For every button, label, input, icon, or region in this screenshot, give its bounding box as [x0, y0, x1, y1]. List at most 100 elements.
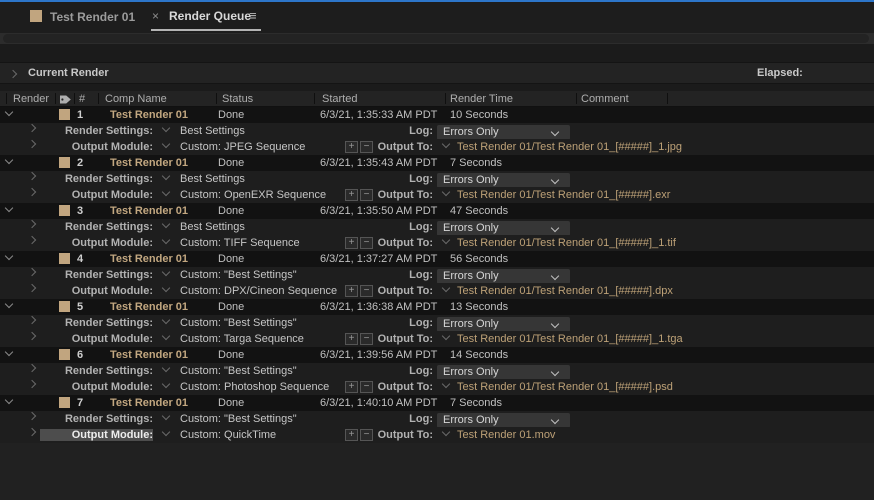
add-output-module-button[interactable]: + — [345, 237, 358, 249]
col-render[interactable]: Render — [13, 93, 49, 105]
output-path-link[interactable]: Test Render 01/Test Render 01_[#####]_1.… — [457, 333, 683, 345]
chevron-right-icon[interactable] — [27, 331, 37, 341]
tab-render-queue[interactable]: Render Queue — [169, 9, 251, 23]
chevron-down-icon[interactable] — [161, 379, 171, 389]
output-module-value[interactable]: Custom: JPEG Sequence — [180, 141, 305, 153]
comp-name[interactable]: Test Render 01 — [110, 301, 188, 313]
chevron-down-icon[interactable] — [441, 379, 451, 389]
output-module-value[interactable]: Custom: DPX/Cineon Sequence — [180, 285, 337, 297]
comp-color-swatch[interactable] — [59, 301, 70, 312]
col-render-time[interactable]: Render Time — [450, 93, 513, 105]
remove-output-module-button[interactable]: − — [360, 285, 373, 297]
output-module-value[interactable]: Custom: QuickTime — [180, 429, 276, 441]
remove-output-module-button[interactable]: − — [360, 381, 373, 393]
render-settings-value[interactable]: Best Settings — [180, 221, 245, 233]
output-module-label[interactable]: Output Module: — [40, 429, 153, 441]
col-comment[interactable]: Comment — [581, 93, 629, 105]
output-module-label[interactable]: Output Module: — [40, 189, 153, 201]
chevron-down-icon[interactable] — [161, 411, 171, 421]
render-settings-value[interactable]: Custom: "Best Settings" — [180, 269, 297, 281]
comp-name[interactable]: Test Render 01 — [110, 205, 188, 217]
chevron-down-icon[interactable] — [4, 347, 14, 357]
chevron-down-icon[interactable] — [161, 235, 171, 245]
render-item-main-row[interactable]: 6 Test Render 01 Done 6/3/21, 1:39:56 AM… — [0, 347, 874, 363]
chevron-right-icon[interactable] — [27, 139, 37, 149]
col-comp-name[interactable]: Comp Name — [105, 93, 167, 105]
chevron-down-icon[interactable] — [441, 331, 451, 341]
chevron-down-icon[interactable] — [4, 251, 14, 261]
horizontal-scrollbar[interactable] — [0, 33, 874, 44]
chevron-down-icon[interactable] — [161, 139, 171, 149]
chevron-down-icon[interactable] — [161, 171, 171, 181]
chevron-down-icon[interactable] — [441, 427, 451, 437]
comp-name[interactable]: Test Render 01 — [110, 397, 188, 409]
panel-menu-icon[interactable]: ≡ — [249, 8, 257, 23]
render-item-main-row[interactable]: 4 Test Render 01 Done 6/3/21, 1:37:27 AM… — [0, 251, 874, 267]
render-settings-label[interactable]: Render Settings: — [40, 413, 153, 425]
horizontal-scrollbar-thumb[interactable] — [3, 34, 869, 43]
chevron-right-icon[interactable] — [27, 379, 37, 389]
chevron-right-icon[interactable] — [27, 411, 37, 421]
chevron-down-icon[interactable] — [161, 363, 171, 373]
log-dropdown[interactable]: Errors Only — [437, 125, 570, 140]
chevron-down-icon[interactable] — [161, 283, 171, 293]
comp-name[interactable]: Test Render 01 — [110, 157, 188, 169]
output-path-link[interactable]: Test Render 01/Test Render 01_[#####].ex… — [457, 189, 670, 201]
chevron-right-icon[interactable] — [27, 267, 37, 277]
render-settings-label[interactable]: Render Settings: — [40, 221, 153, 233]
render-item-main-row[interactable]: 1 Test Render 01 Done 6/3/21, 1:35:33 AM… — [0, 107, 874, 123]
comp-color-swatch[interactable] — [59, 109, 70, 120]
add-output-module-button[interactable]: + — [345, 141, 358, 153]
remove-output-module-button[interactable]: − — [360, 237, 373, 249]
chevron-down-icon[interactable] — [4, 203, 14, 213]
render-item-main-row[interactable]: 5 Test Render 01 Done 6/3/21, 1:36:38 AM… — [0, 299, 874, 315]
render-item-main-row[interactable]: 2 Test Render 01 Done 6/3/21, 1:35:43 AM… — [0, 155, 874, 171]
tag-icon[interactable] — [59, 94, 72, 105]
add-output-module-button[interactable]: + — [345, 429, 358, 441]
comp-name[interactable]: Test Render 01 — [110, 349, 188, 361]
add-output-module-button[interactable]: + — [345, 381, 358, 393]
tab-test-render-01[interactable]: Test Render 01 — [50, 10, 135, 24]
chevron-down-icon[interactable] — [161, 123, 171, 133]
comp-color-swatch[interactable] — [59, 397, 70, 408]
render-settings-value[interactable]: Custom: "Best Settings" — [180, 317, 297, 329]
chevron-right-icon[interactable] — [27, 187, 37, 197]
output-path-link[interactable]: Test Render 01/Test Render 01_[#####]_1.… — [457, 237, 676, 249]
output-module-label[interactable]: Output Module: — [40, 285, 153, 297]
close-icon[interactable]: × — [152, 9, 159, 23]
chevron-down-icon[interactable] — [441, 187, 451, 197]
output-module-label[interactable]: Output Module: — [40, 381, 153, 393]
chevron-down-icon[interactable] — [4, 155, 14, 165]
col-started[interactable]: Started — [322, 93, 357, 105]
chevron-right-icon[interactable] — [27, 315, 37, 325]
add-output-module-button[interactable]: + — [345, 285, 358, 297]
chevron-down-icon[interactable] — [441, 235, 451, 245]
chevron-down-icon[interactable] — [4, 395, 14, 405]
comp-color-swatch[interactable] — [59, 253, 70, 264]
chevron-right-icon[interactable] — [27, 363, 37, 373]
chevron-down-icon[interactable] — [161, 219, 171, 229]
remove-output-module-button[interactable]: − — [360, 333, 373, 345]
output-module-label[interactable]: Output Module: — [40, 333, 153, 345]
render-settings-label[interactable]: Render Settings: — [40, 173, 153, 185]
chevron-right-icon[interactable] — [27, 219, 37, 229]
comp-name[interactable]: Test Render 01 — [110, 109, 188, 121]
chevron-down-icon[interactable] — [4, 299, 14, 309]
add-output-module-button[interactable]: + — [345, 333, 358, 345]
comp-color-swatch[interactable] — [59, 157, 70, 168]
chevron-right-icon[interactable] — [27, 235, 37, 245]
log-dropdown[interactable]: Errors Only — [437, 221, 570, 236]
render-item-main-row[interactable]: 7 Test Render 01 Done 6/3/21, 1:40:10 AM… — [0, 395, 874, 411]
remove-output-module-button[interactable]: − — [360, 429, 373, 441]
log-dropdown[interactable]: Errors Only — [437, 365, 570, 380]
render-settings-label[interactable]: Render Settings: — [40, 269, 153, 281]
render-settings-value[interactable]: Custom: "Best Settings" — [180, 365, 297, 377]
render-settings-value[interactable]: Best Settings — [180, 173, 245, 185]
current-render-section[interactable]: Current Render Elapsed: — [0, 62, 874, 84]
remove-output-module-button[interactable]: − — [360, 189, 373, 201]
render-settings-label[interactable]: Render Settings: — [40, 317, 153, 329]
output-module-label[interactable]: Output Module: — [40, 237, 153, 249]
comp-name[interactable]: Test Render 01 — [110, 253, 188, 265]
log-dropdown[interactable]: Errors Only — [437, 317, 570, 332]
chevron-right-icon[interactable] — [27, 123, 37, 133]
